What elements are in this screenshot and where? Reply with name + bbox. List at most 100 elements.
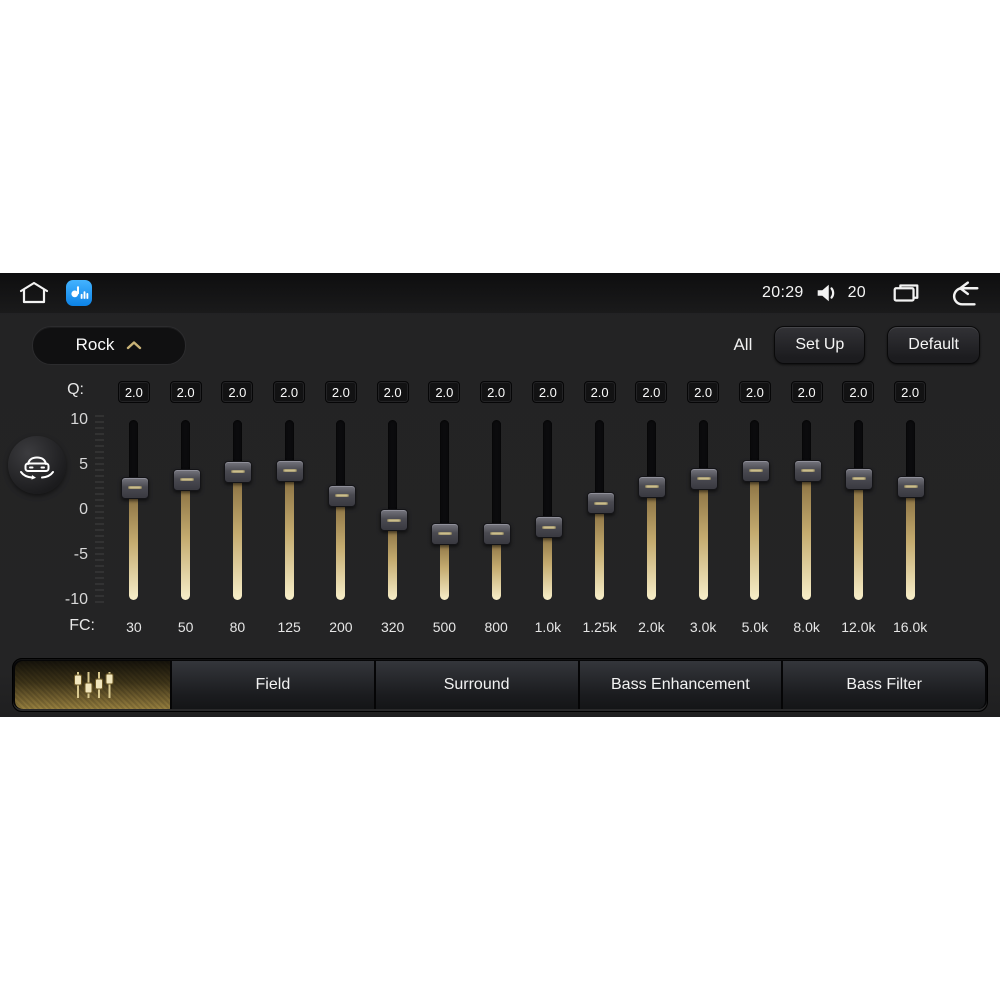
handle-grip-line — [697, 477, 712, 481]
eq-band-200: 2.0 200 — [315, 381, 367, 641]
q-value-1.25k[interactable]: 2.0 — [583, 381, 616, 403]
fc-row-label: FC: — [69, 617, 95, 634]
tab-eq[interactable] — [15, 661, 170, 709]
slider-handle[interactable] — [741, 459, 770, 482]
q-value-1.0k[interactable]: 2.0 — [531, 381, 564, 403]
slider-handle[interactable] — [120, 476, 149, 499]
gain-slider-80[interactable] — [222, 420, 253, 600]
setup-button[interactable]: Set Up — [774, 326, 866, 364]
back-icon[interactable] — [948, 279, 982, 307]
slider-handle[interactable] — [224, 460, 253, 483]
preset-value: Rock — [75, 335, 115, 354]
gain-slider-12.0k[interactable] — [843, 420, 874, 600]
q-value-200[interactable]: 2.0 — [324, 381, 357, 403]
gain-slider-1.0k[interactable] — [533, 420, 563, 600]
tab-field[interactable]: Field — [170, 661, 374, 709]
dsp-tab-bar: Field Surround Bass Enhancement Bass Filter — [12, 658, 988, 712]
ai-assistant-icon[interactable] — [66, 280, 92, 306]
q-value-800[interactable]: 2.0 — [480, 381, 513, 403]
tab-surround[interactable]: Surround — [373, 661, 578, 709]
slider-handle[interactable] — [379, 509, 408, 532]
gain-slider-5.0k[interactable] — [740, 420, 770, 600]
slider-fill — [284, 477, 294, 600]
q-value-30[interactable]: 2.0 — [117, 381, 150, 403]
slider-fill — [802, 477, 812, 600]
gain-slider-2.0k[interactable] — [636, 420, 667, 600]
gain-slider-8.0k[interactable] — [792, 420, 822, 600]
all-label[interactable]: All — [733, 335, 752, 355]
home-icon[interactable] — [18, 279, 50, 307]
slider-handle[interactable] — [586, 492, 615, 515]
eq-toolbar: Rock All Set Up Default — [32, 325, 980, 365]
q-value-125[interactable]: 2.0 — [273, 381, 306, 403]
gain-slider-16.0k[interactable] — [895, 420, 926, 600]
q-value-8.0k[interactable]: 2.0 — [790, 381, 823, 403]
slider-handle[interactable] — [897, 475, 926, 498]
slider-handle[interactable] — [327, 484, 356, 507]
slider-fill — [595, 510, 605, 600]
freq-label: 200 — [329, 619, 353, 635]
slider-handle[interactable] — [483, 522, 512, 545]
q-value-80[interactable]: 2.0 — [221, 381, 254, 403]
q-row-label: Q: — [67, 381, 84, 398]
default-button[interactable]: Default — [887, 326, 980, 364]
gain-slider-30[interactable] — [119, 420, 149, 600]
handle-grip-line — [283, 469, 298, 473]
scale-label: 0 — [79, 501, 88, 518]
slider-fill — [646, 493, 656, 600]
q-value-320[interactable]: 2.0 — [376, 381, 409, 403]
freq-label: 2.0k — [638, 619, 665, 635]
eq-band-5.0k: 2.0 5.0k — [729, 381, 781, 641]
eq-band-8.0k: 2.0 8.0k — [781, 381, 833, 641]
q-value-3.0k[interactable]: 2.0 — [687, 381, 720, 403]
slider-handle[interactable] — [276, 459, 305, 482]
tab-bass_filter[interactable]: Bass Filter — [781, 661, 985, 709]
slider-fill — [129, 494, 139, 600]
eq-band-1.0k: 2.0 1.0k — [522, 381, 574, 641]
gain-slider-3.0k[interactable] — [688, 420, 719, 600]
slider-handle[interactable] — [534, 516, 563, 539]
slider-handle[interactable] — [793, 459, 822, 482]
volume-icon — [814, 281, 838, 305]
gain-slider-500[interactable] — [429, 420, 460, 600]
eq-band-2.0k: 2.0 2.0k — [626, 381, 678, 641]
q-value-5.0k[interactable]: 2.0 — [738, 381, 771, 403]
q-value-2.0k[interactable]: 2.0 — [635, 381, 668, 403]
q-value-16.0k[interactable]: 2.0 — [894, 381, 927, 403]
tab-bass_enhancement[interactable]: Bass Enhancement — [577, 661, 782, 709]
handle-grip-line — [800, 469, 815, 473]
slider-fill — [336, 502, 346, 600]
slider-handle[interactable] — [845, 467, 874, 490]
eq-band-3.0k: 2.0 3.0k — [677, 381, 729, 641]
recent-apps-icon[interactable] — [890, 280, 922, 306]
freq-label: 500 — [432, 619, 457, 635]
q-value-50[interactable]: 2.0 — [169, 381, 202, 403]
slider-handle[interactable] — [431, 522, 460, 545]
gain-slider-125[interactable] — [274, 420, 305, 600]
gain-slider-800[interactable] — [481, 420, 512, 600]
tab-label: Bass Enhancement — [611, 676, 750, 693]
freq-label: 3.0k — [689, 619, 717, 635]
eq-band-12.0k: 2.0 12.0k — [833, 381, 885, 641]
handle-grip-line — [904, 485, 919, 489]
freq-label: 8.0k — [793, 619, 820, 635]
slider-handle[interactable] — [172, 468, 201, 491]
q-value-12.0k[interactable]: 2.0 — [842, 381, 875, 403]
handle-grip-line — [541, 525, 556, 529]
gain-slider-1.25k[interactable] — [585, 420, 615, 600]
tab-label: Bass Filter — [846, 676, 922, 693]
q-value-500[interactable]: 2.0 — [428, 381, 461, 403]
slider-handle[interactable] — [638, 475, 667, 498]
slider-fill — [750, 477, 760, 600]
slider-handle[interactable] — [690, 467, 719, 490]
status-bar: 20:29 20 — [0, 273, 1000, 313]
preset-dropdown[interactable]: Rock — [32, 325, 186, 365]
handle-grip-line — [852, 477, 867, 481]
eq-band-500: 2.0 500 — [419, 381, 471, 641]
gain-slider-50[interactable] — [171, 420, 201, 600]
eq-band-30: 2.0 30 — [108, 381, 160, 641]
gain-slider-200[interactable] — [326, 420, 356, 600]
freq-label: 30 — [126, 619, 142, 635]
slider-fill — [698, 485, 708, 600]
gain-slider-320[interactable] — [378, 420, 408, 600]
